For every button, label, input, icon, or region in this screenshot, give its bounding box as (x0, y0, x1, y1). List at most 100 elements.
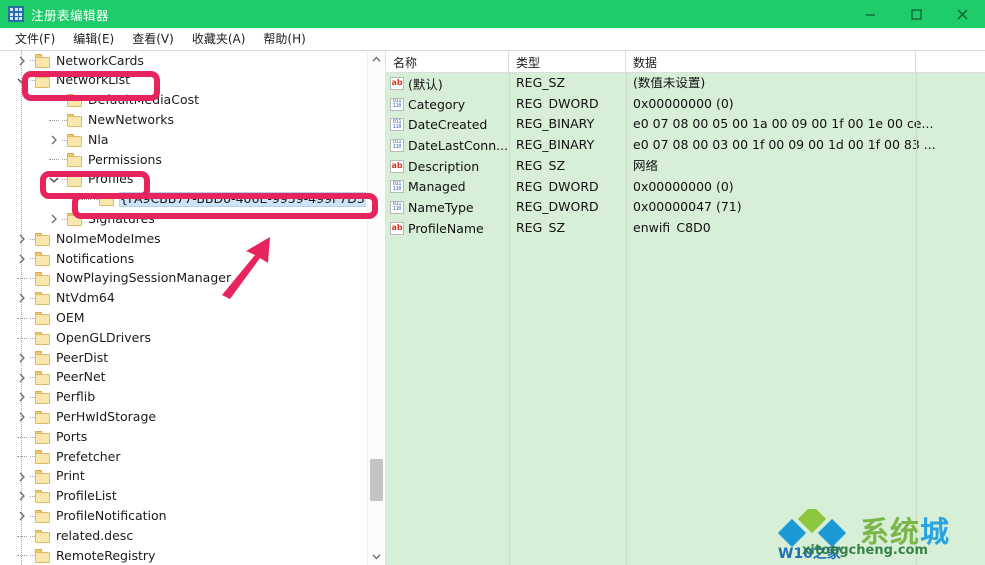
tree-item[interactable]: NetworkCards (0, 51, 366, 71)
tree-item[interactable]: PerHwIdStorage (0, 407, 366, 427)
column-header-filler (916, 51, 985, 72)
column-header-data[interactable]: 数据 (626, 51, 916, 72)
registry-key-tree-pane: NetworkCards NetworkList DefaultMediaCost N… (0, 51, 386, 565)
folder-icon (35, 54, 51, 68)
tree-item-label: NewNetworks (88, 112, 174, 128)
value-name-label: NameType (408, 199, 474, 215)
folder-icon (35, 311, 51, 326)
tree-item[interactable]: NewNetworks (0, 110, 366, 130)
column-header-type[interactable]: 类型 (509, 51, 626, 72)
tree-item-label: PeerNet (56, 369, 106, 385)
registry-key-tree[interactable]: NetworkCards NetworkList DefaultMediaCost N… (0, 51, 366, 565)
chevron-right-icon[interactable] (14, 487, 30, 506)
folder-icon (67, 113, 83, 128)
folder-icon (67, 212, 83, 227)
tree-item[interactable]: PeerDist (0, 348, 366, 368)
tree-item[interactable]: Permissions (0, 150, 366, 170)
tree-item[interactable]: Signatures (0, 209, 366, 229)
tree-item[interactable]: DefaultMediaCost (0, 91, 366, 111)
chevron-right-icon[interactable] (14, 289, 30, 308)
value-row[interactable]: ab ProfileName REG_SZ enwifi_C8D0 (386, 218, 985, 239)
column-header-name[interactable]: 名称 (386, 51, 509, 72)
chevron-right-icon[interactable] (14, 388, 30, 407)
tree-item[interactable]: NetworkList (0, 71, 366, 91)
tree-connector (14, 527, 30, 546)
tree-item-label: Signatures (88, 211, 155, 227)
value-type-cell: REG_BINARY (516, 118, 595, 131)
value-row[interactable]: ab (默认) REG_SZ (数值未设置) (386, 73, 985, 94)
folder-icon (35, 549, 51, 563)
chevron-right-icon[interactable] (14, 408, 30, 427)
binary-value-icon: 011 110 (390, 118, 404, 132)
folder-icon (99, 192, 115, 207)
menu-file[interactable]: 文件(F) (6, 28, 64, 49)
tree-item[interactable]: NowPlayingSessionManager (0, 269, 366, 289)
menu-favorites[interactable]: 收藏夹(A) (183, 28, 255, 49)
chevron-right-icon[interactable] (14, 230, 30, 249)
tree-item[interactable]: {FA9CBB77-BBD0-406E-9959-499F7D3E0593} (0, 190, 366, 210)
value-row[interactable]: 011 110 DateCreated REG_BINARY e0 07 08 00 0… (386, 114, 985, 135)
tree-item[interactable]: Ports (0, 427, 366, 447)
chevron-right-icon[interactable] (46, 210, 62, 229)
scrollbar-thumb[interactable] (370, 459, 383, 501)
tree-item[interactable]: OEM (0, 308, 366, 328)
chevron-down-icon[interactable] (46, 170, 62, 189)
chevron-right-icon[interactable] (14, 368, 30, 387)
menu-edit[interactable]: 编辑(E) (64, 28, 123, 49)
value-data-cell: 0x00000000 (0) (633, 97, 734, 111)
chevron-right-icon[interactable] (14, 348, 30, 367)
tree-item[interactable]: Perflib (0, 388, 366, 408)
value-row[interactable]: 011 110 Managed REG_DWORD 0x00000000 (0) (386, 176, 985, 197)
tree-item[interactable]: NtVdm64 (0, 289, 366, 309)
tree-item[interactable]: OpenGLDrivers (0, 328, 366, 348)
folder-icon (35, 252, 51, 266)
close-button[interactable] (939, 0, 985, 28)
menu-help[interactable]: 帮助(H) (254, 28, 314, 49)
chevron-right-icon[interactable] (14, 467, 30, 486)
value-name-label: DateCreated (408, 117, 488, 133)
tree-item[interactable]: Print (0, 467, 366, 487)
tree-item[interactable]: ProfileNotification (0, 506, 366, 526)
folder-icon (35, 232, 51, 247)
tree-vertical-scrollbar[interactable] (367, 51, 385, 565)
tree-item[interactable]: Profiles (0, 170, 366, 190)
chevron-right-icon[interactable] (14, 507, 30, 526)
tree-item[interactable]: Notifications (0, 249, 366, 269)
scroll-down-arrow-icon[interactable] (368, 548, 385, 565)
value-data-cell: 0x00000047 (71) (633, 201, 742, 214)
values-list[interactable]: ab (默认) REG_SZ (数值未设置) 011 110 Category REG_DWO… (386, 73, 985, 565)
minimize-button[interactable] (847, 0, 893, 28)
chevron-down-icon[interactable] (14, 71, 30, 90)
value-row[interactable]: 011 110 NameType REG_DWORD 0x00000047 (71) (386, 197, 985, 218)
value-type-cell: REG_DWORD (516, 180, 599, 194)
scroll-up-arrow-icon[interactable] (368, 51, 385, 68)
tree-item[interactable]: related.desc (0, 526, 366, 546)
tree-connector (14, 447, 30, 466)
tree-connector (46, 150, 62, 169)
maximize-button[interactable] (893, 0, 939, 28)
tree-item-label: Ports (56, 428, 88, 444)
value-data-cell: e0 07 08 00 05 00 1a 00 09 00 1f 00 1e 0… (633, 118, 934, 131)
folder-icon (35, 430, 51, 445)
value-type-cell: REG_SZ (516, 159, 566, 173)
tree-item[interactable]: Nla (0, 130, 366, 150)
tree-item[interactable]: ProfileList (0, 487, 366, 507)
menu-view[interactable]: 查看(V) (123, 28, 183, 49)
chevron-right-icon[interactable] (46, 131, 62, 150)
folder-icon (67, 153, 83, 167)
folder-icon (35, 74, 51, 88)
value-row[interactable]: ab Description REG_SZ 网络 (386, 156, 985, 177)
chevron-right-icon[interactable] (14, 51, 30, 70)
tree-item[interactable]: RemoteRegistry (0, 546, 366, 565)
value-row[interactable]: 011 110 DateLastConn... REG_BINARY e0 07 08 … (386, 135, 985, 156)
tree-item[interactable]: NoImeModeImes (0, 229, 366, 249)
value-row[interactable]: 011 110 Category REG_DWORD 0x00000000 (0) (386, 94, 985, 115)
value-name-cell: ab ProfileName (386, 221, 509, 236)
value-type-cell: REG_DWORD (516, 201, 599, 214)
tree-connector (14, 546, 30, 565)
registry-values-pane: 名称 类型 数据 ab (默认) REG_SZ (数值未设置) 011 110 Catego… (386, 51, 985, 565)
tree-item[interactable]: Prefetcher (0, 447, 366, 467)
value-data-cell: 网络 (633, 159, 659, 173)
tree-item[interactable]: PeerNet (0, 368, 366, 388)
chevron-right-icon[interactable] (14, 249, 30, 268)
